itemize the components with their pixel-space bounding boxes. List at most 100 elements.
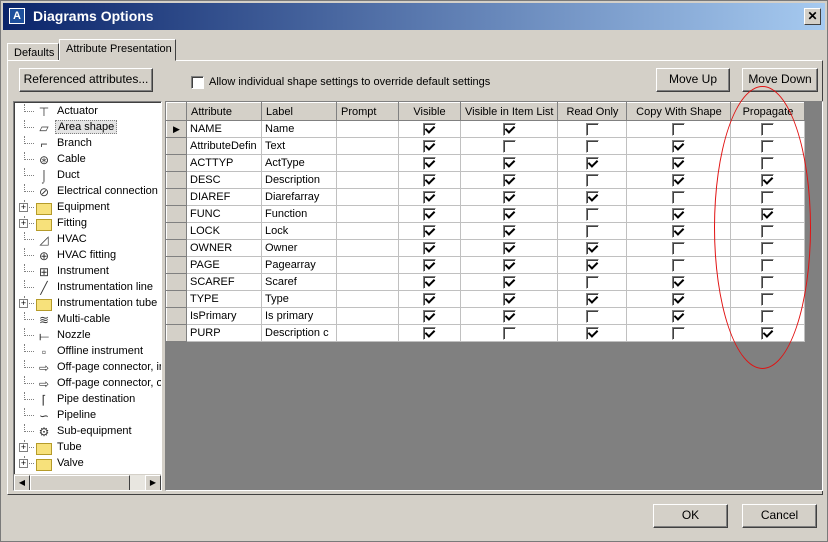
prompt-cell[interactable] — [336, 239, 399, 257]
table-row[interactable]: OWNER Owner — [166, 239, 806, 257]
tree-item[interactable]: ⇨ Off-page connector, o — [14, 376, 161, 392]
prompt-cell[interactable] — [336, 154, 399, 172]
column-header-label[interactable]: Label — [261, 102, 337, 121]
propagate-checkbox[interactable] — [761, 207, 775, 221]
prompt-cell[interactable] — [336, 222, 399, 240]
propagate-checkbox[interactable] — [761, 309, 775, 323]
prompt-cell[interactable] — [336, 205, 399, 223]
tree-item[interactable]: ∽ Pipeline — [14, 408, 161, 424]
column-header-prompt[interactable]: Prompt — [336, 102, 399, 121]
prompt-cell[interactable] — [336, 324, 399, 342]
read-only-checkbox[interactable] — [585, 122, 599, 136]
expand-icon[interactable]: + — [19, 203, 28, 212]
tree-item[interactable]: ⌐ Branch — [14, 136, 161, 152]
copy-with-shape-checkbox[interactable] — [672, 122, 686, 136]
label-cell[interactable]: Owner — [261, 239, 337, 257]
read-only-checkbox[interactable] — [585, 207, 599, 221]
visible-in-item-list-checkbox[interactable] — [502, 224, 516, 238]
visible-checkbox[interactable] — [423, 275, 436, 289]
read-only-checkbox[interactable] — [585, 241, 599, 255]
row-selector[interactable] — [166, 273, 187, 291]
propagate-checkbox[interactable] — [761, 258, 775, 272]
label-cell[interactable]: Text — [261, 137, 337, 155]
visible-in-item-list-checkbox[interactable] — [502, 258, 516, 272]
tree-item[interactable]: + Instrumentation tube — [14, 296, 161, 312]
row-selector[interactable] — [166, 290, 187, 308]
tree-item[interactable]: ▱ Area shape — [14, 120, 161, 136]
read-only-checkbox[interactable] — [585, 190, 599, 204]
copy-with-shape-checkbox[interactable] — [672, 224, 686, 238]
tree-item[interactable]: ⊕ HVAC fitting — [14, 248, 161, 264]
visible-checkbox[interactable] — [423, 139, 436, 153]
tree-item[interactable]: ⊛ Cable — [14, 152, 161, 168]
tree-horizontal-scrollbar[interactable]: ◀ ▶ — [14, 474, 161, 490]
column-header-copy-with-shape[interactable]: Copy With Shape — [626, 102, 732, 121]
visible-checkbox[interactable] — [423, 326, 436, 340]
column-header-propagate[interactable]: Propagate — [730, 102, 806, 121]
prompt-cell[interactable] — [336, 137, 399, 155]
table-row[interactable]: TYPE Type — [166, 290, 806, 308]
tree-item[interactable]: + Fitting — [14, 216, 161, 232]
visible-checkbox[interactable] — [423, 309, 436, 323]
tree-item[interactable]: + Valve — [14, 456, 161, 472]
copy-with-shape-checkbox[interactable] — [672, 292, 686, 306]
row-selector[interactable] — [166, 256, 187, 274]
propagate-checkbox[interactable] — [761, 122, 775, 136]
close-button[interactable]: ✕ — [804, 8, 821, 25]
table-row[interactable]: ▶ NAME Name — [166, 120, 806, 138]
expand-icon[interactable]: + — [19, 219, 28, 228]
label-cell[interactable]: Description c — [261, 324, 337, 342]
row-selector[interactable]: ▶ — [166, 120, 187, 138]
read-only-checkbox[interactable] — [585, 173, 599, 187]
tree-item[interactable]: ≋ Multi-cable — [14, 312, 161, 328]
visible-in-item-list-checkbox[interactable] — [502, 275, 516, 289]
propagate-checkbox[interactable] — [761, 224, 775, 238]
tree-item[interactable]: ⇨ Off-page connector, ir — [14, 360, 161, 376]
row-selector[interactable] — [166, 137, 187, 155]
copy-with-shape-checkbox[interactable] — [672, 156, 686, 170]
read-only-checkbox[interactable] — [585, 309, 599, 323]
table-row[interactable]: PAGE Pagearray — [166, 256, 806, 274]
allow-override-checkbox[interactable] — [191, 76, 204, 89]
shape-type-tree[interactable]: ⊤ Actuator ▱ Area shape ⌐ Branch ⊛ Cable ⌡ Duct ⊘ E… — [13, 101, 162, 491]
prompt-cell[interactable] — [336, 307, 399, 325]
label-cell[interactable]: Scaref — [261, 273, 337, 291]
propagate-checkbox[interactable] — [761, 190, 775, 204]
copy-with-shape-checkbox[interactable] — [672, 190, 686, 204]
table-row[interactable]: PURP Description c — [166, 324, 806, 342]
scroll-thumb[interactable] — [30, 475, 130, 490]
copy-with-shape-checkbox[interactable] — [672, 275, 686, 289]
row-selector[interactable] — [166, 171, 187, 189]
propagate-checkbox[interactable] — [761, 156, 775, 170]
visible-checkbox[interactable] — [423, 190, 436, 204]
tree-item[interactable]: ⊘ Electrical connection — [14, 184, 161, 200]
read-only-checkbox[interactable] — [585, 292, 599, 306]
label-cell[interactable]: Type — [261, 290, 337, 308]
read-only-checkbox[interactable] — [585, 224, 599, 238]
visible-checkbox[interactable] — [423, 258, 436, 272]
copy-with-shape-checkbox[interactable] — [672, 309, 686, 323]
table-row[interactable]: DESC Description — [166, 171, 806, 189]
label-cell[interactable]: Diarefarray — [261, 188, 337, 206]
propagate-checkbox[interactable] — [761, 173, 775, 187]
visible-checkbox[interactable] — [423, 292, 436, 306]
visible-in-item-list-checkbox[interactable] — [502, 326, 516, 340]
row-selector[interactable] — [166, 205, 187, 223]
label-cell[interactable]: Lock — [261, 222, 337, 240]
table-row[interactable]: SCAREF Scaref — [166, 273, 806, 291]
column-header-attribute[interactable]: Attribute — [186, 102, 262, 121]
tab-defaults[interactable]: Defaults — [7, 43, 59, 61]
prompt-cell[interactable] — [336, 256, 399, 274]
label-cell[interactable]: Is primary — [261, 307, 337, 325]
visible-in-item-list-checkbox[interactable] — [502, 190, 516, 204]
prompt-cell[interactable] — [336, 120, 399, 138]
tree-item[interactable]: ⚙ Sub-equipment — [14, 424, 161, 440]
tree-item[interactable]: ⌈ Pipe destination — [14, 392, 161, 408]
move-down-button[interactable]: Move Down — [742, 68, 818, 92]
prompt-cell[interactable] — [336, 273, 399, 291]
row-selector[interactable] — [166, 239, 187, 257]
visible-in-item-list-checkbox[interactable] — [502, 309, 516, 323]
propagate-checkbox[interactable] — [761, 139, 775, 153]
read-only-checkbox[interactable] — [585, 156, 599, 170]
read-only-checkbox[interactable] — [585, 275, 599, 289]
